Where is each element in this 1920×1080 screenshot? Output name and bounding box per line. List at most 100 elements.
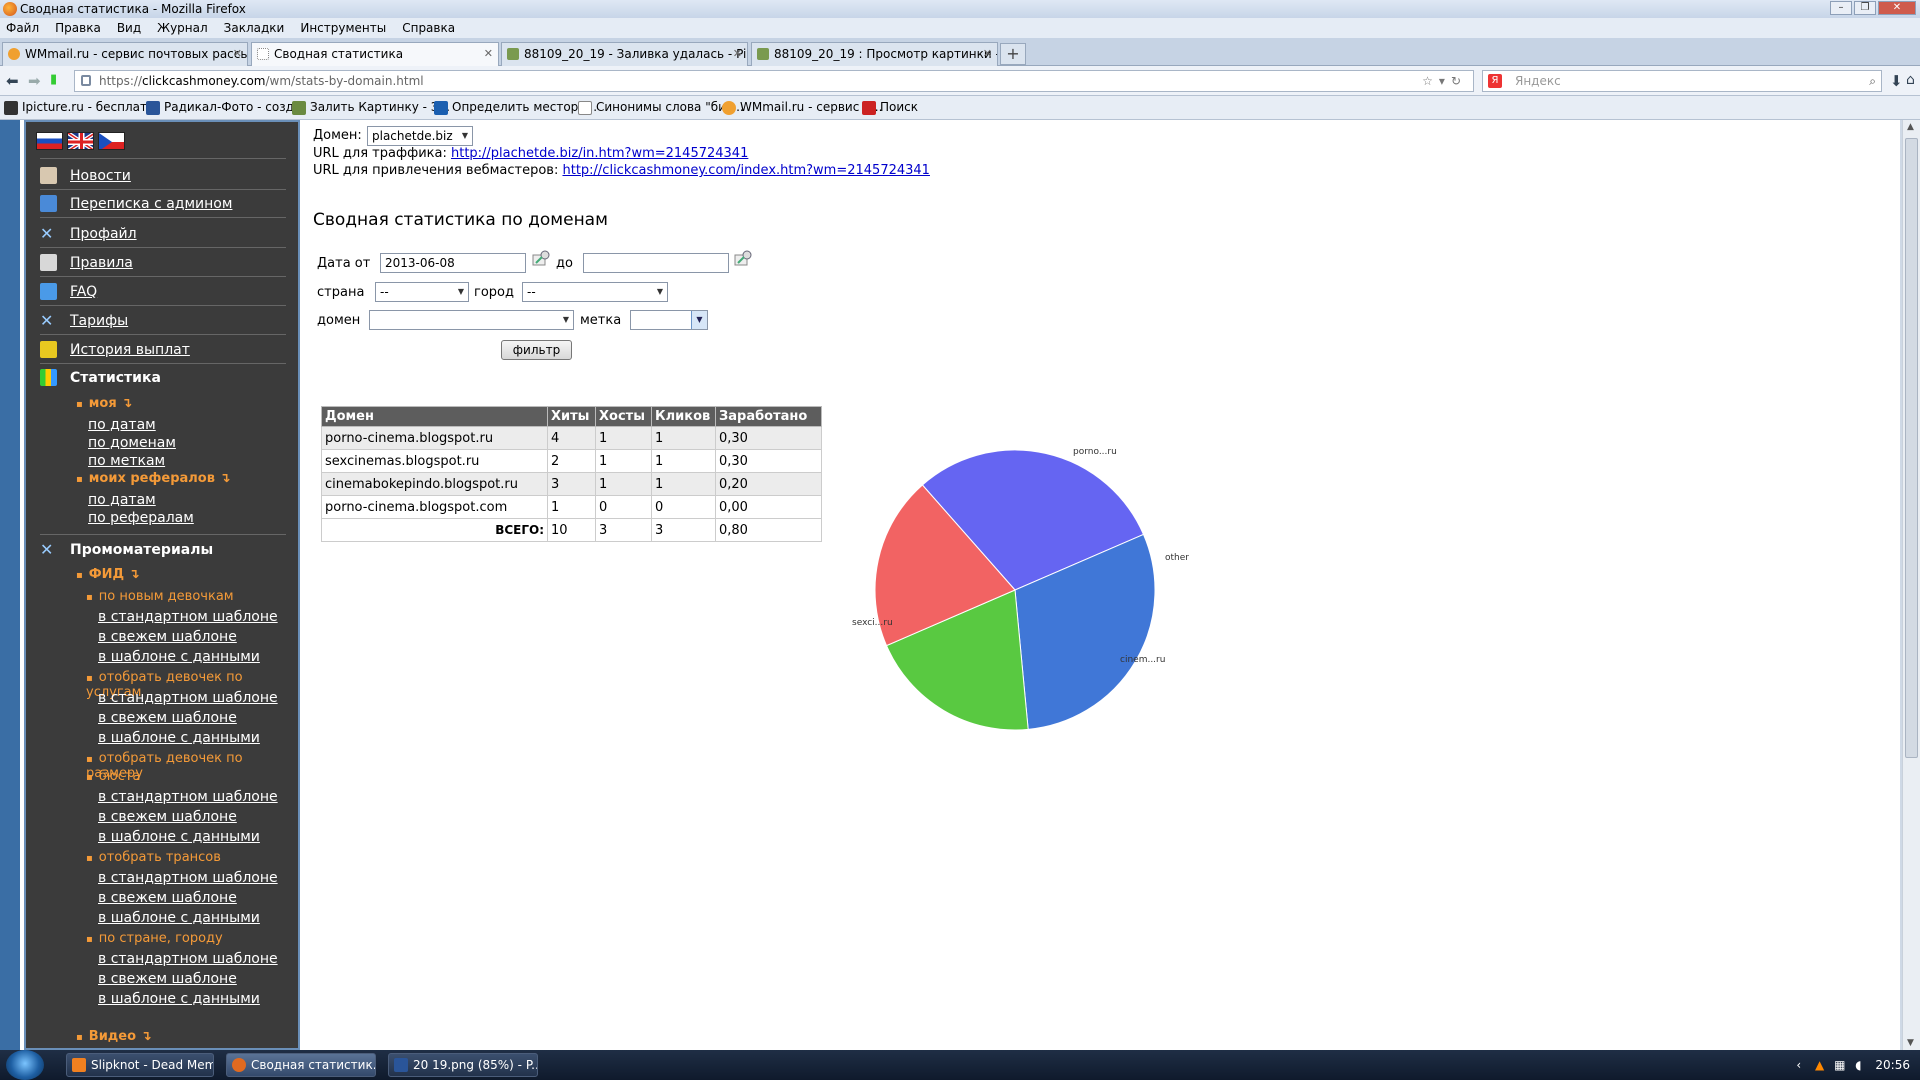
menu-view[interactable]: Вид xyxy=(117,21,141,35)
feed-link-data[interactable]: в шаблоне с данными xyxy=(98,730,260,746)
back-arrow-icon[interactable]: ⬅ xyxy=(6,72,19,90)
network-icon[interactable]: ▦ xyxy=(1834,1058,1845,1072)
feed-group-new-girls[interactable]: по новым девочкам xyxy=(86,589,234,604)
russian-flag-icon[interactable] xyxy=(36,132,63,150)
promo-video[interactable]: Видео ↴ xyxy=(76,1029,152,1044)
scrollbar-thumb[interactable] xyxy=(1905,138,1918,758)
feed-group-trans[interactable]: отобрать трансов xyxy=(86,850,221,865)
feed-link-standard[interactable]: в стандартном шаблоне xyxy=(98,789,278,805)
stats-ref-by-dates[interactable]: по датам xyxy=(88,492,156,508)
bookmark-wmmail[interactable]: WMmail.ru - сервис п... xyxy=(722,100,882,115)
feed-link-data[interactable]: в шаблоне с данными xyxy=(98,991,260,1007)
stats-my-by-domains[interactable]: по доменам xyxy=(88,435,176,451)
feed-link-data[interactable]: в шаблоне с данными xyxy=(98,910,260,926)
traffic-url-link[interactable]: http://plachetde.biz/in.htm?wm=214572434… xyxy=(451,146,748,161)
feed-link-standard[interactable]: в стандартном шаблоне xyxy=(98,690,278,706)
bookmark-search[interactable]: Поиск xyxy=(862,100,918,115)
reload-icon[interactable]: ↻ xyxy=(1451,74,1467,88)
menu-bookmarks[interactable]: Закладки xyxy=(224,21,285,35)
sidebar-link[interactable]: FAQ xyxy=(70,284,97,300)
tray-chevron-icon[interactable]: ‹ xyxy=(1796,1058,1801,1072)
sidebar-item-faq[interactable]: FAQ xyxy=(40,282,97,302)
bookmark-zalit[interactable]: Залить Картинку - З... xyxy=(292,100,450,115)
menu-file[interactable]: Файл xyxy=(6,21,39,35)
col-hits[interactable]: Хиты xyxy=(547,406,596,427)
feed-link-fresh[interactable]: в свежем шаблоне xyxy=(98,890,237,906)
col-domain[interactable]: Домен xyxy=(321,406,548,427)
task-image-editor[interactable]: 20 19.png (85%) - P... xyxy=(388,1053,538,1077)
sidebar-item-profile[interactable]: ✕ Профайл xyxy=(40,224,137,244)
menu-help[interactable]: Справка xyxy=(402,21,455,35)
address-bar[interactable]: https://clickcashmoney.com/wm/stats-by-d… xyxy=(74,70,1474,92)
tag-select[interactable]: ▼ xyxy=(630,310,708,330)
minimize-button[interactable]: – xyxy=(1830,1,1852,15)
scroll-up-icon[interactable]: ▲ xyxy=(1907,122,1914,132)
czech-flag-icon[interactable] xyxy=(98,132,125,150)
search-box[interactable]: Я Яндекс ⌕ xyxy=(1482,70,1882,92)
stats-my-by-tags[interactable]: по меткам xyxy=(88,453,165,469)
scroll-down-icon[interactable]: ▼ xyxy=(1907,1038,1914,1048)
sidebar-item-tariffs[interactable]: ✕ Тарифы xyxy=(40,311,128,331)
col-earned[interactable]: Заработано xyxy=(715,406,822,427)
new-tab-button[interactable]: + xyxy=(1000,43,1026,65)
vlc-tray-icon[interactable]: ▲ xyxy=(1815,1058,1824,1072)
sidebar-item-admin-chat[interactable]: Переписка с админом xyxy=(40,194,232,214)
date-from-input[interactable]: 2013-06-08 xyxy=(380,253,526,273)
tab-wmmail[interactable]: WMmail.ru - сервис почтовых рассылок... … xyxy=(2,42,248,66)
stats-ref-by-referrals[interactable]: по рефералам xyxy=(88,510,194,526)
close-tab-icon[interactable]: ✕ xyxy=(733,43,742,65)
feed-link-fresh[interactable]: в свежем шаблоне xyxy=(98,629,237,645)
bookmark-ipicture[interactable]: Ipicture.ru - бесплат... xyxy=(4,100,158,115)
sidebar-link[interactable]: Тарифы xyxy=(70,313,128,329)
menu-tools[interactable]: Инструменты xyxy=(300,21,386,35)
calendar-icon[interactable] xyxy=(733,249,753,267)
sidebar-item-news[interactable]: Новости xyxy=(40,166,131,186)
stats-my-by-dates[interactable]: по датам xyxy=(88,417,156,433)
bookmark-synonyms[interactable]: Синонимы слова "биз... xyxy=(578,100,744,115)
col-clicks[interactable]: Кликов xyxy=(651,406,716,427)
feed-link-fresh[interactable]: в свежем шаблоне xyxy=(98,809,237,825)
feed-link-fresh[interactable]: в свежем шаблоне xyxy=(98,710,237,726)
menu-history[interactable]: Журнал xyxy=(157,21,208,35)
feed-link-data[interactable]: в шаблоне с данными xyxy=(98,649,260,665)
filter-button[interactable]: фильтр xyxy=(501,340,572,360)
feed-group-country-city[interactable]: по стране, городу xyxy=(86,931,223,946)
close-tab-icon[interactable]: ✕ xyxy=(484,43,493,65)
feed-link-data[interactable]: в шаблоне с данными xyxy=(98,829,260,845)
vertical-scrollbar[interactable]: ▲ ▼ xyxy=(1902,120,1920,1050)
download-icon[interactable]: ⬇ xyxy=(1890,72,1903,90)
col-hosts[interactable]: Хосты xyxy=(595,406,652,427)
stats-my[interactable]: моя ↴ xyxy=(76,396,132,411)
feed-link-fresh[interactable]: в свежем шаблоне xyxy=(98,971,237,987)
dropdown-icon[interactable]: ▾ xyxy=(1439,74,1451,88)
bookmark-location[interactable]: Определить местора... xyxy=(434,100,597,115)
tab-summary-stats[interactable]: Сводная статистика ✕ xyxy=(251,42,499,67)
volume-icon[interactable]: ◖ xyxy=(1855,1058,1861,1072)
country-select[interactable]: -- ▼ xyxy=(375,282,469,302)
date-to-input[interactable] xyxy=(583,253,729,273)
sidebar-link[interactable]: История выплат xyxy=(70,342,190,358)
feed-link-standard[interactable]: в стандартном шаблоне xyxy=(98,870,278,886)
task-firefox[interactable]: Сводная статистик... xyxy=(226,1053,376,1077)
close-tab-icon[interactable]: ✕ xyxy=(233,43,242,65)
feed-link-standard[interactable]: в стандартном шаблоне xyxy=(98,951,278,967)
clock[interactable]: 20:56 xyxy=(1875,1058,1910,1072)
sidebar-item-payouts[interactable]: История выплат xyxy=(40,340,190,360)
star-icon[interactable]: ☆ xyxy=(1422,74,1439,88)
calendar-icon[interactable] xyxy=(531,249,551,267)
domain-select[interactable]: plachetde.biz ▼ xyxy=(367,126,473,146)
sidebar-link[interactable]: Переписка с админом xyxy=(70,196,232,212)
task-media-player[interactable]: Slipknot - Dead Memo... xyxy=(66,1053,214,1077)
yandex-icon[interactable]: Я xyxy=(1488,74,1502,88)
promo-feed[interactable]: ФИД ↴ xyxy=(76,567,140,582)
forward-arrow-icon[interactable]: ➡ xyxy=(28,72,41,90)
sidebar-link[interactable]: Новости xyxy=(70,168,131,184)
feed-link-standard[interactable]: в стандартном шаблоне xyxy=(98,609,278,625)
home-icon[interactable]: ⌂ xyxy=(1906,72,1915,88)
bookmark-radikal[interactable]: Радикал-Фото - созд... xyxy=(146,100,305,115)
sidebar-item-rules[interactable]: Правила xyxy=(40,253,133,273)
close-tab-icon[interactable]: ✕ xyxy=(983,43,992,65)
search-icon[interactable]: ⌕ xyxy=(1869,71,1876,91)
sidebar-link[interactable]: Правила xyxy=(70,255,133,271)
uk-flag-icon[interactable] xyxy=(67,132,94,150)
